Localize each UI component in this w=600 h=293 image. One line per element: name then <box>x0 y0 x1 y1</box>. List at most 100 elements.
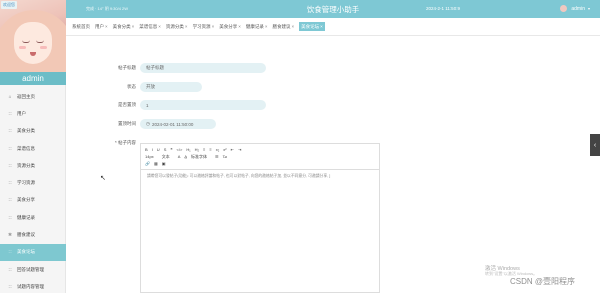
background-color-button[interactable]: A̲ <box>184 154 187 159</box>
content-label: * 帖子内容 <box>114 140 136 145</box>
post-title-row: 帖子标题 帖子标题 <box>56 63 266 73</box>
grid-icon: ∷ <box>8 145 12 151</box>
grid-icon: ∷ <box>8 180 12 186</box>
content-row: * 帖子内容 <box>56 140 140 146</box>
clear-format-button[interactable]: T̶x <box>223 154 227 159</box>
bullet-list-button[interactable]: ≡ <box>209 147 211 152</box>
sidebar-item-label: 试题内容管理 <box>17 283 44 289</box>
tab-label: 膳食建议 <box>272 23 291 29</box>
toolbar-row-insert: 🔗 ▦ ▣ <box>145 160 375 167</box>
welcome-badge: 欢迎您 <box>1 1 17 9</box>
tab-label: 资源分类 <box>165 23 184 29</box>
chevron-down-icon: ▾ <box>587 6 590 11</box>
post-title-input[interactable]: 帖子标题 <box>140 63 266 73</box>
bold-button[interactable]: B <box>145 147 148 152</box>
font-family-select[interactable]: 标准字体 <box>191 154 207 160</box>
tab-label: 学习资源 <box>192 23 211 29</box>
tab-label: 美食分享 <box>219 23 238 29</box>
tab-label: 系统首页 <box>72 23 90 29</box>
image-icon[interactable]: ▦ <box>154 161 158 166</box>
close-icon[interactable]: × <box>212 24 215 29</box>
datetime: 2024-2-1 11:50:9 <box>426 6 460 11</box>
tab-resource-category[interactable]: 资源分类× <box>166 24 188 30</box>
toolbar-row-style: 14px 文本 A A̲ 标准字体 ☰ T̶x <box>145 153 375 160</box>
link-icon[interactable]: 🔗 <box>145 161 150 166</box>
close-icon[interactable]: × <box>132 24 135 29</box>
outdent-button[interactable]: ⇤ <box>231 147 234 152</box>
sidebar-item-food-forum[interactable]: ∷ 美食论坛 <box>0 243 66 261</box>
csdn-watermark: CSDN @壹阳程序 <box>510 277 576 286</box>
close-icon[interactable]: × <box>320 24 323 29</box>
subscript-button[interactable]: x₂ <box>216 147 220 152</box>
status-label: 状态 <box>127 84 136 89</box>
strike-button[interactable]: S <box>164 147 167 152</box>
home-icon: ⌂ <box>8 93 12 99</box>
tab-home[interactable]: 系统首页 <box>72 24 90 30</box>
tab-diet-advice[interactable]: 膳食建议× <box>272 24 294 30</box>
align-button[interactable]: ☰ <box>215 154 219 159</box>
sidebar-item-answer-quiz[interactable]: ∷ 回答试题管理 <box>0 261 66 278</box>
h2-button[interactable]: H₂ <box>195 147 199 152</box>
underline-button[interactable]: U <box>157 147 160 152</box>
close-icon[interactable]: × <box>265 24 268 29</box>
close-icon[interactable]: × <box>291 24 294 29</box>
close-icon[interactable]: × <box>185 24 188 29</box>
tab-label: 美食分类 <box>112 23 131 29</box>
grid-icon: ∷ <box>8 249 12 255</box>
superscript-button[interactable]: x² <box>223 147 226 152</box>
h1-button[interactable]: H₁ <box>186 147 190 152</box>
ordered-list-button[interactable]: ≡ <box>203 147 205 152</box>
app-title: 饮食管理小助手 <box>306 5 360 14</box>
video-icon[interactable]: ▣ <box>162 161 166 166</box>
close-icon[interactable]: × <box>238 24 241 29</box>
quote-button[interactable]: ❝ <box>170 147 172 152</box>
tab-label: 美食论坛 <box>301 23 320 29</box>
indent-button[interactable]: ⇥ <box>238 147 241 152</box>
font-color-button[interactable]: A <box>178 154 181 159</box>
code-button[interactable]: </> <box>177 147 183 152</box>
sidebar-item-quiz-content[interactable]: ∷ 试题内容管理 <box>0 278 66 293</box>
status-row: 状态 开放 <box>56 82 202 92</box>
close-icon[interactable]: × <box>105 24 108 29</box>
pinned-time-row: 置顶时间 ◷ 2024-02-01 11:50:00 <box>56 119 216 129</box>
collapse-arrow-icon[interactable]: ‹ <box>590 134 600 156</box>
tab-label: 用户 <box>95 23 104 29</box>
sidebar-item-label: 返回主页 <box>17 93 35 99</box>
tab-label: 健康记录 <box>245 23 264 29</box>
rich-text-editor: B I U S ❝ </> H₁ H₂ ≡ ≡ x₂ x² ⇤ ⇥ 14px 文… <box>140 143 380 293</box>
tab-health-records[interactable]: 健康记录× <box>246 24 268 30</box>
sidebar-item-resource-category[interactable]: ∷ 资源分类 <box>0 157 66 174</box>
mouse-cursor-icon: ↖ <box>100 175 106 182</box>
tab-food-share[interactable]: 美食分享× <box>219 24 241 30</box>
grid-icon: ∷ <box>8 110 12 116</box>
tab-recipes[interactable]: 菜谱信息× <box>139 24 161 30</box>
editor-content[interactable]: 請帶您可以發帖子(功能): 可以邀格評論和帖子, 也可以對帖子, 向您的邀格帖子… <box>141 170 379 184</box>
sidebar-item-health-records[interactable]: ∷ 健康记录 <box>0 209 66 226</box>
editor-toolbar: B I U S ❝ </> H₁ H₂ ≡ ≡ x₂ x² ⇤ ⇥ 14px 文… <box>141 144 379 170</box>
tab-food-forum[interactable]: 美食论坛× <box>299 22 325 31</box>
grid-icon: ∷ <box>8 128 12 134</box>
status-field[interactable]: 开放 <box>140 82 202 92</box>
user-menu[interactable]: admin ▾ <box>560 5 590 12</box>
sidebar-item-label: 资源分类 <box>17 162 35 168</box>
sidebar-item-label: 健康记录 <box>17 214 35 220</box>
tab-learning-resources[interactable]: 学习资源× <box>193 24 215 30</box>
top-bar: 完成 · 14° 阴 9:30/4 2W 饮食管理小助手 2024-2-1 11… <box>66 0 600 18</box>
sidebar-item-label: 美食分类 <box>17 128 35 134</box>
grid-icon: ∷ <box>8 266 12 272</box>
tab-food-category[interactable]: 美食分类× <box>113 24 135 30</box>
pinned-time-input[interactable]: ◷ 2024-02-01 11:50:00 <box>140 119 216 129</box>
sidebar-item-diet-advice[interactable]: ✲ 膳食建议 <box>0 226 66 243</box>
sidebar-item-learning-resources[interactable]: ∷ 学习资源 <box>0 174 66 191</box>
pinned-input[interactable]: 1 <box>140 100 266 110</box>
close-icon[interactable]: × <box>158 24 161 29</box>
tab-users[interactable]: 用户× <box>95 24 108 30</box>
pinned-label: 是否置顶 <box>118 102 136 107</box>
sidebar-item-food-share[interactable]: ∷ 美食分享 <box>0 192 66 209</box>
grid-icon: ∷ <box>8 283 12 289</box>
font-size-select[interactable]: 14px <box>145 154 154 159</box>
user-name: admin <box>571 5 585 12</box>
italic-button[interactable]: I <box>152 147 153 152</box>
tab-label: 菜谱信息 <box>139 23 158 29</box>
paragraph-select[interactable]: 文本 <box>162 154 170 160</box>
